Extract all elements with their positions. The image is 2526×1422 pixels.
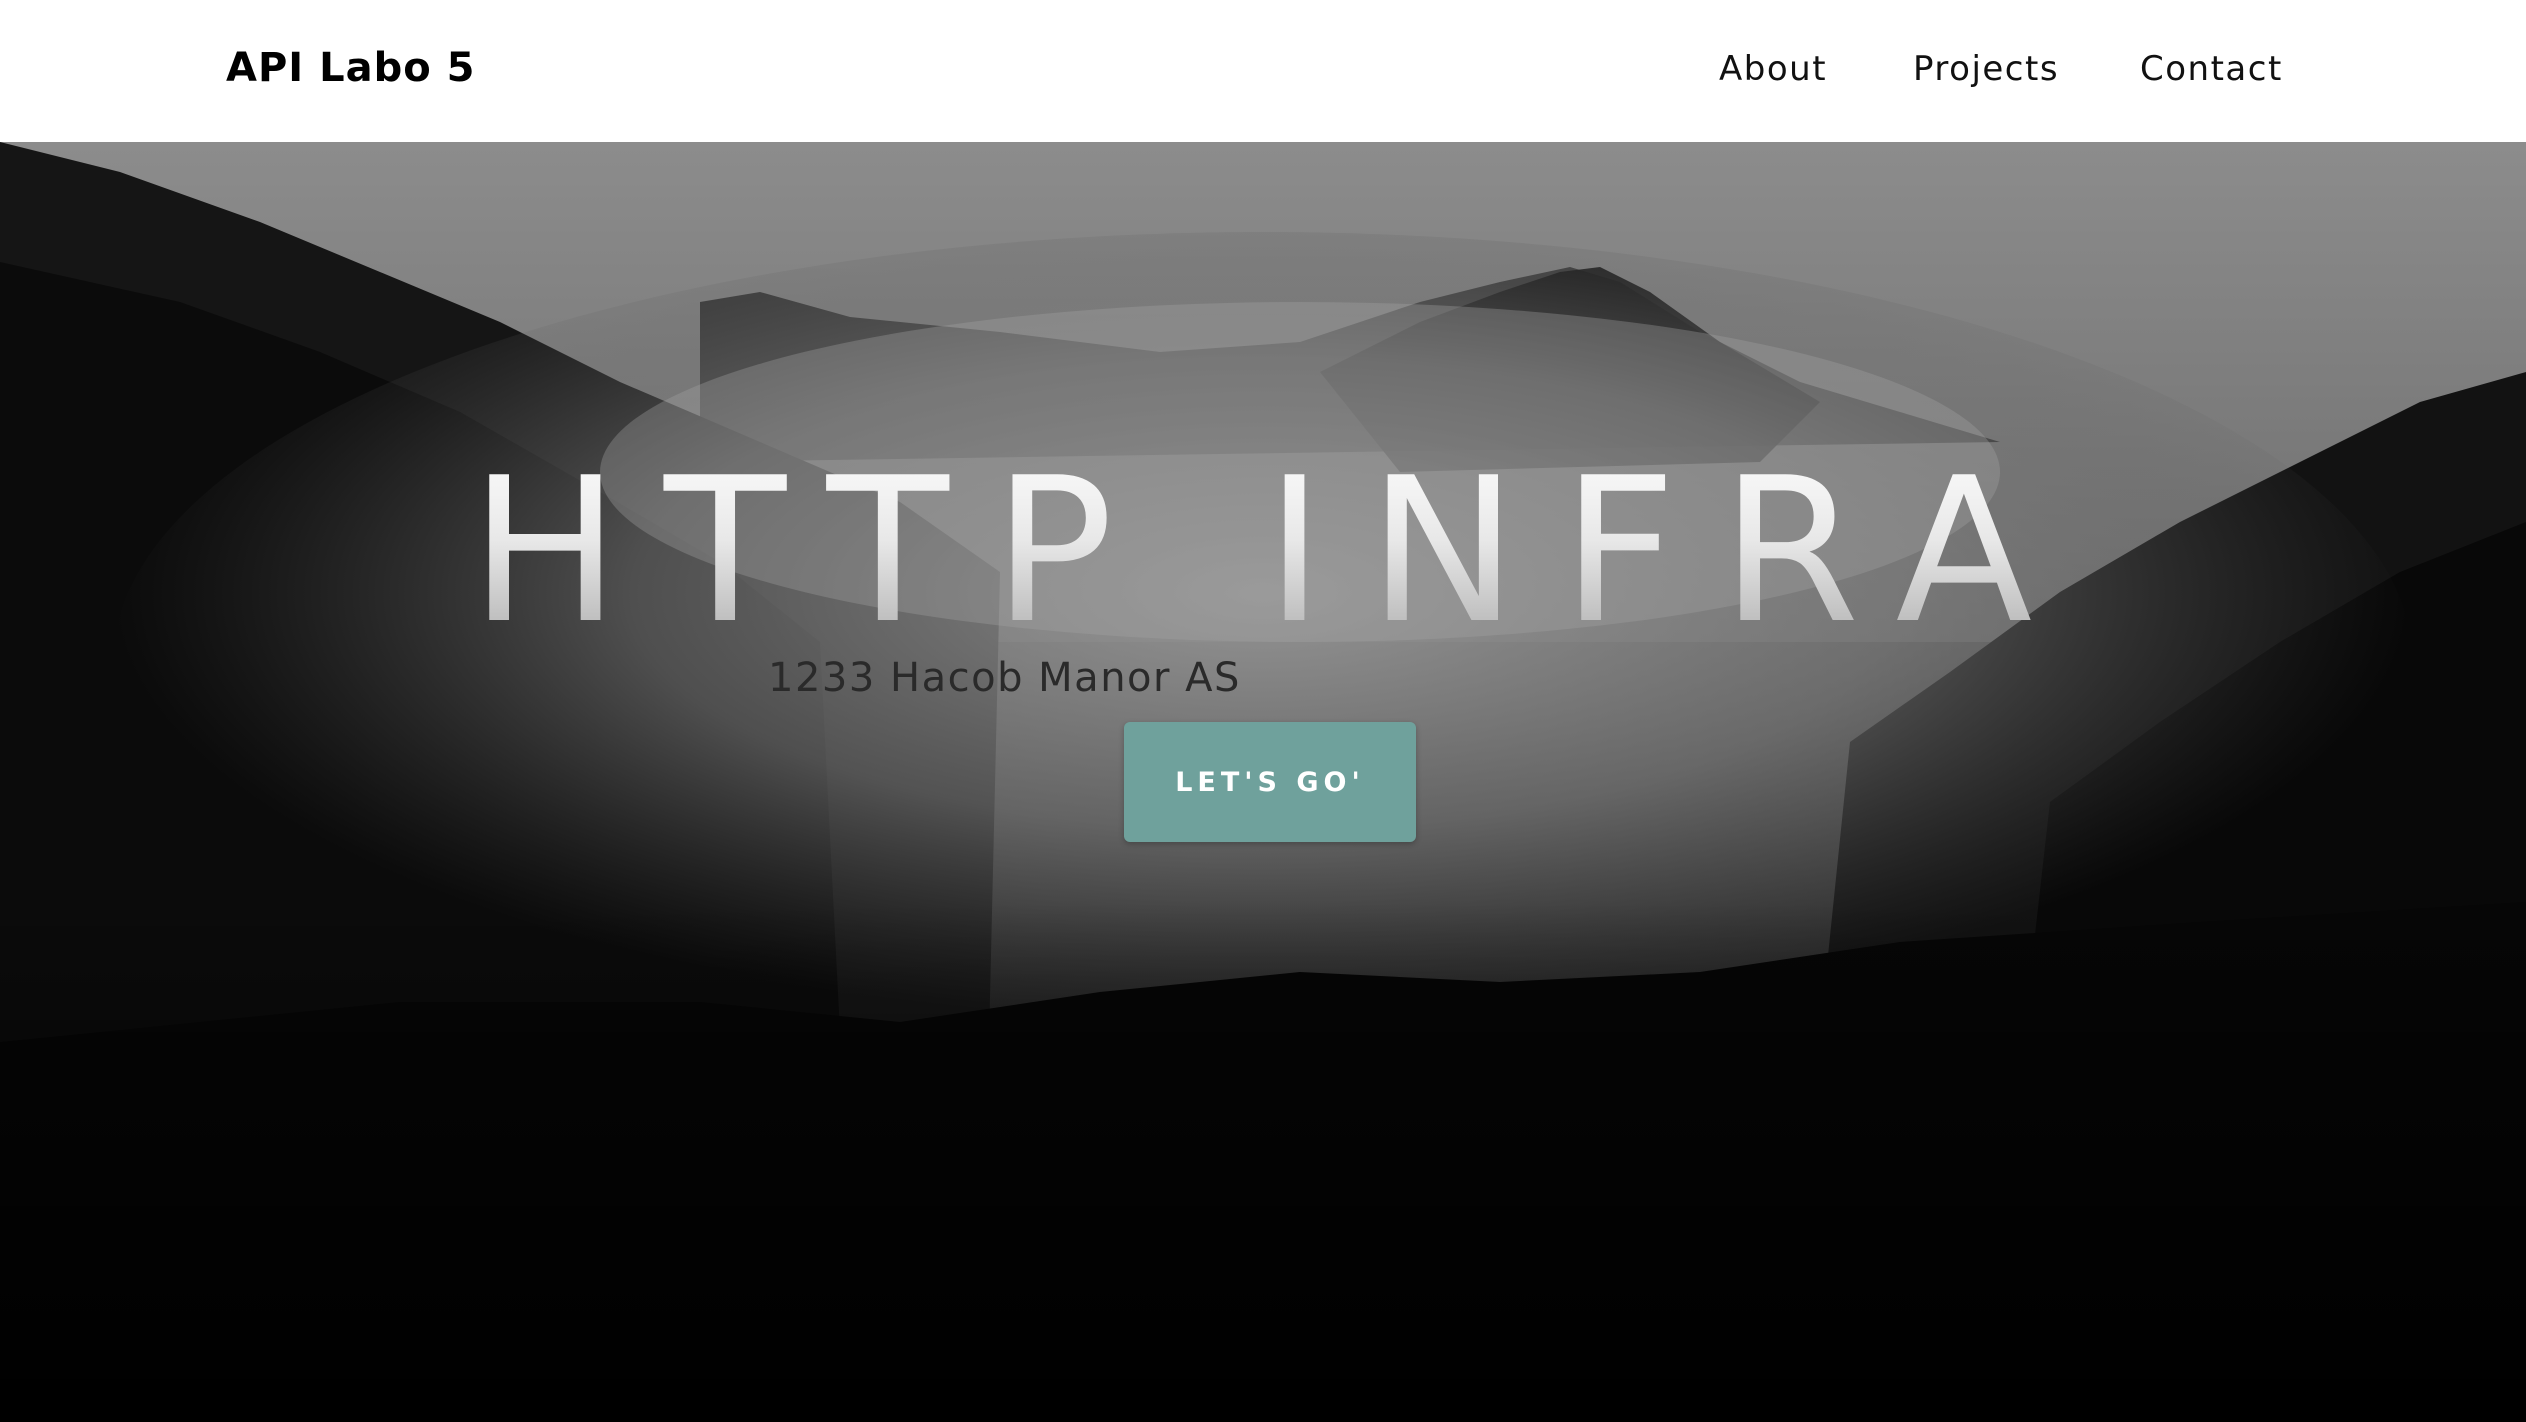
navbar: API Labo 5 About Projects Contact	[0, 0, 2526, 142]
brand-logo[interactable]: API Labo 5	[226, 40, 475, 96]
hero-section: HTTP INFRA 1233 Hacob Manor AS LET'S GO'	[0, 142, 2526, 1422]
nav-link-about[interactable]: About	[1719, 44, 1827, 94]
nav-link-projects[interactable]: Projects	[1913, 44, 2059, 94]
hero-subtitle: 1233 Hacob Manor AS	[768, 655, 1241, 701]
nav-link-contact[interactable]: Contact	[2140, 44, 2283, 94]
lets-go-button[interactable]: LET'S GO'	[1124, 722, 1416, 842]
hero-title: HTTP INFRA	[0, 432, 2526, 672]
